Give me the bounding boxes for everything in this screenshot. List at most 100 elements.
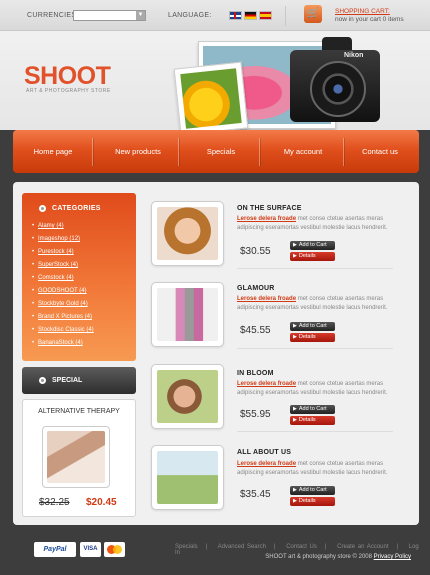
details-label: Details bbox=[298, 253, 316, 259]
product-price: $30.55 bbox=[240, 246, 271, 257]
footer-link-contact-us[interactable]: Contact Us bbox=[286, 544, 317, 550]
add-to-cart-label: Add to Cart bbox=[298, 242, 327, 248]
product-description: Lerose delera froade met conse ctetue as… bbox=[237, 215, 393, 233]
chevron-down-icon[interactable]: ▼ bbox=[136, 11, 145, 20]
category-link[interactable]: Comstock (4) bbox=[32, 275, 74, 281]
divider bbox=[237, 431, 393, 432]
copyright: SHOOT art & photography store © 2008 Pri… bbox=[265, 554, 411, 560]
product-description: Lerose delera froade met conse ctetue as… bbox=[237, 295, 393, 313]
logo[interactable]: SHOOT bbox=[24, 62, 111, 91]
camera-image: Nikon bbox=[290, 35, 380, 130]
footer-link-advanced-search[interactable]: Advanced Search bbox=[218, 544, 266, 550]
product-price: $45.55 bbox=[240, 325, 271, 336]
details-button[interactable]: ▶ Details bbox=[290, 416, 335, 425]
category-link[interactable]: Imageshop (12) bbox=[32, 236, 80, 242]
mastercard-logo bbox=[104, 542, 125, 557]
product-title[interactable]: GLAMOUR bbox=[237, 285, 275, 292]
product-lead-link[interactable]: Lerose delera froade bbox=[237, 381, 296, 387]
camera-brand: Nikon bbox=[344, 52, 364, 59]
arrow-icon: ▶ bbox=[293, 417, 297, 423]
category-link[interactable]: Alamy (4) bbox=[32, 223, 64, 229]
bullet-icon bbox=[39, 205, 46, 212]
add-to-cart-button[interactable]: ▶ Add to Cart bbox=[290, 241, 335, 250]
flag-de-icon[interactable] bbox=[244, 11, 257, 20]
product-description: Lerose delera froade met conse ctetue as… bbox=[237, 380, 393, 398]
category-link[interactable]: Purestock (4) bbox=[32, 249, 74, 255]
currency-select[interactable]: ▼ bbox=[73, 10, 146, 21]
add-to-cart-label: Add to Cart bbox=[298, 487, 327, 493]
privacy-policy-link[interactable]: Privacy Policy bbox=[374, 554, 411, 560]
nav-home[interactable]: Home page bbox=[21, 130, 85, 173]
footer-link-create-account[interactable]: Create an Account bbox=[337, 544, 388, 550]
paypal-logo: PayPal bbox=[34, 542, 76, 557]
product-image[interactable] bbox=[151, 364, 224, 429]
category-link[interactable]: GOODSHOOT (4) bbox=[32, 288, 87, 294]
product-title[interactable]: IN BLOOM bbox=[237, 370, 274, 377]
copyright-text: SHOOT art & photography store © 2008 bbox=[265, 554, 372, 560]
add-to-cart-button[interactable]: ▶ Add to Cart bbox=[290, 322, 335, 331]
category-link[interactable]: SuperStock (4) bbox=[32, 262, 78, 268]
promo-image[interactable] bbox=[42, 426, 110, 488]
nav-contact-us[interactable]: Contact us bbox=[347, 130, 413, 173]
categories-title: CATEGORIES bbox=[52, 205, 101, 212]
nav-divider bbox=[92, 138, 93, 166]
product-title[interactable]: ON THE SURFACE bbox=[237, 205, 302, 212]
promo-title[interactable]: ALTERNATIVE THERAPY bbox=[22, 408, 136, 415]
arrow-icon: ▶ bbox=[293, 253, 297, 259]
product-image[interactable] bbox=[151, 201, 224, 266]
main-nav: Home page New products Specials My accou… bbox=[13, 130, 419, 173]
nav-divider bbox=[259, 138, 260, 166]
details-button[interactable]: ▶ Details bbox=[290, 497, 335, 506]
add-to-cart-label: Add to Cart bbox=[298, 406, 327, 412]
visa-logo: VISA bbox=[80, 542, 101, 557]
category-link[interactable]: Stockbyte Gold (4) bbox=[32, 301, 88, 307]
divider bbox=[237, 268, 393, 269]
arrow-icon: ▶ bbox=[293, 242, 297, 248]
product-description: Lerose delera froade met conse ctetue as… bbox=[237, 460, 393, 478]
shopping-cart-link[interactable]: SHOPPING CART: bbox=[335, 8, 390, 15]
arrow-icon: ▶ bbox=[293, 498, 297, 504]
arrow-icon: ▶ bbox=[293, 487, 297, 493]
product-lead-link[interactable]: Lerose delera froade bbox=[237, 216, 296, 222]
product-title[interactable]: ALL ABOUT US bbox=[237, 449, 291, 456]
footer-separator: | bbox=[205, 544, 208, 550]
flag-uk-icon[interactable] bbox=[229, 11, 242, 20]
tagline: ART & PHOTOGRAPHY STORE bbox=[26, 88, 111, 94]
product-lead-link[interactable]: Lerose delera froade bbox=[237, 461, 296, 467]
product-image[interactable] bbox=[151, 445, 224, 510]
add-to-cart-button[interactable]: ▶ Add to Cart bbox=[290, 405, 335, 414]
details-label: Details bbox=[298, 498, 316, 504]
nav-new-products[interactable]: New products bbox=[98, 130, 178, 173]
category-link[interactable]: Stockdisc Classic (4) bbox=[32, 327, 94, 333]
product-lead-link[interactable]: Lerose delera froade bbox=[237, 296, 296, 302]
footer-separator: | bbox=[396, 544, 399, 550]
category-link[interactable]: BananaStock (4) bbox=[32, 340, 83, 346]
flower-photo bbox=[173, 61, 249, 136]
arrow-icon: ▶ bbox=[293, 334, 297, 340]
cart-status: now in your cart 0 items bbox=[335, 16, 404, 23]
language-label: LANGUAGE: bbox=[168, 12, 212, 19]
bullet-icon bbox=[39, 377, 46, 384]
details-button[interactable]: ▶ Details bbox=[290, 333, 335, 342]
special-price: $20.45 bbox=[86, 497, 117, 508]
footer-separator: | bbox=[273, 544, 276, 550]
product-image[interactable] bbox=[151, 282, 224, 347]
category-link[interactable]: Brand X Pictures (4) bbox=[32, 314, 92, 320]
shopping-cart-icon[interactable]: 🛒 bbox=[304, 5, 322, 23]
nav-divider bbox=[178, 138, 179, 166]
nav-divider bbox=[343, 138, 344, 166]
nav-specials[interactable]: Specials bbox=[183, 130, 259, 173]
product-price: $55.95 bbox=[240, 409, 271, 420]
old-price: $32.25 bbox=[39, 497, 70, 508]
details-button[interactable]: ▶ Details bbox=[290, 252, 335, 261]
product-price: $35.45 bbox=[240, 489, 271, 500]
flag-es-icon[interactable] bbox=[259, 11, 272, 20]
top-bar: CURRENCIES: ▼ LANGUAGE: 🛒 SHOPPING CART:… bbox=[0, 0, 430, 31]
add-to-cart-label: Add to Cart bbox=[298, 323, 327, 329]
special-title: SPECIAL bbox=[52, 377, 83, 384]
add-to-cart-button[interactable]: ▶ Add to Cart bbox=[290, 486, 335, 495]
footer-separator: | bbox=[324, 544, 327, 550]
details-label: Details bbox=[298, 334, 316, 340]
arrow-icon: ▶ bbox=[293, 323, 297, 329]
nav-my-account[interactable]: My account bbox=[263, 130, 343, 173]
